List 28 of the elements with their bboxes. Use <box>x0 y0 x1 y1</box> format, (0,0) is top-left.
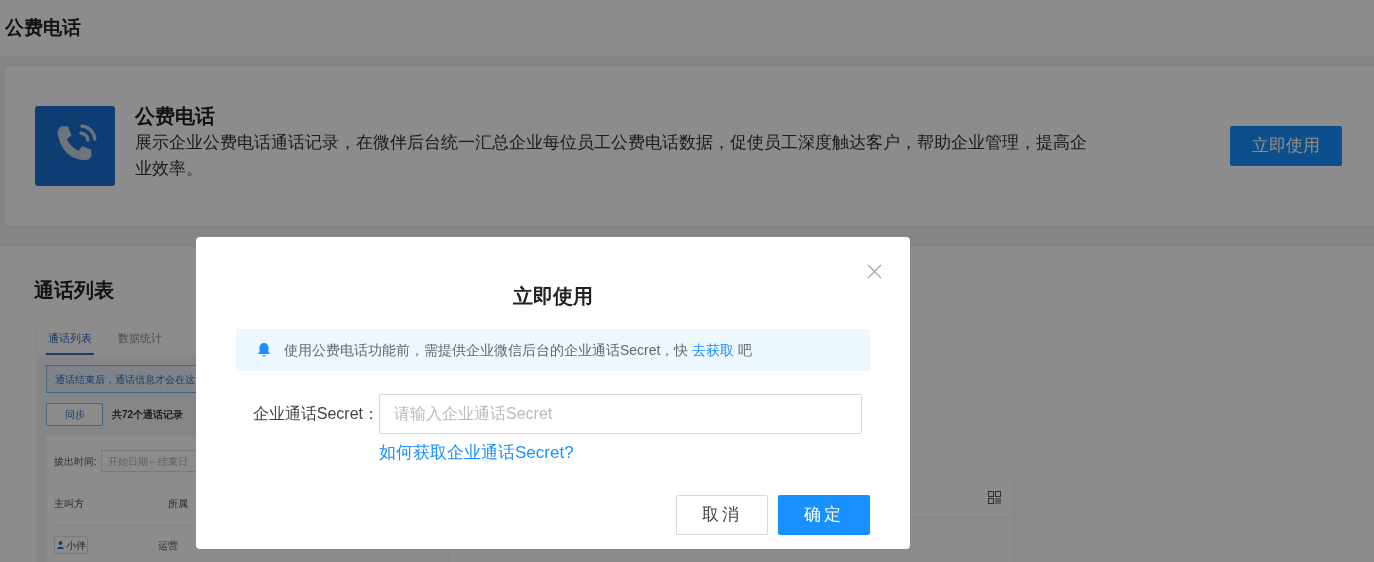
record-count: 共72个通话记录 <box>112 408 184 422</box>
alert-text: 使用公费电话功能前，需提供企业微信后台的企业通话Secret，快 <box>284 341 689 358</box>
column-header: 所属 <box>168 497 188 511</box>
grid-icon[interactable] <box>988 491 1001 504</box>
confirm-button[interactable]: 确定 <box>778 495 870 535</box>
close-icon[interactable] <box>867 264 882 279</box>
page-title: 公费电话 <box>5 15 81 40</box>
feature-title: 公费电话 <box>135 104 216 129</box>
tab[interactable]: 数据统计 <box>116 323 164 355</box>
section-title: 通话列表 <box>34 279 114 301</box>
sync-button[interactable]: 同步 <box>46 403 103 426</box>
caller-tag: 小伴 <box>54 536 88 554</box>
filter-label: 拔出时间: <box>54 454 97 469</box>
phone-icon <box>35 106 115 186</box>
bell-icon <box>257 342 271 358</box>
field-label: 企业通话Secret： <box>251 404 379 424</box>
person-icon <box>56 541 64 549</box>
table-cell-text: 运营 <box>158 538 178 553</box>
get-secret-link[interactable]: 去获取 <box>692 341 735 358</box>
secret-input-field[interactable]: 请输入企业通话Secret <box>379 394 862 434</box>
alert-suffix: 吧 <box>738 341 753 358</box>
tab[interactable]: 通话列表 <box>46 323 94 355</box>
use-now-button[interactable]: 立即使用 <box>1230 126 1342 166</box>
column-header: 主叫方 <box>54 497 85 511</box>
cancel-button[interactable]: 取消 <box>676 495 768 535</box>
dialog-title: 立即使用 <box>512 284 594 309</box>
feature-description: 展示企业公费电话通话记录，在微伴后台统一汇总企业每位员工公费电话数据，促使员工深度触达客户，帮助企业管理，提高企业效率。 <box>135 132 1088 180</box>
help-link[interactable]: 如何获取企业通话Secret? <box>379 442 870 464</box>
